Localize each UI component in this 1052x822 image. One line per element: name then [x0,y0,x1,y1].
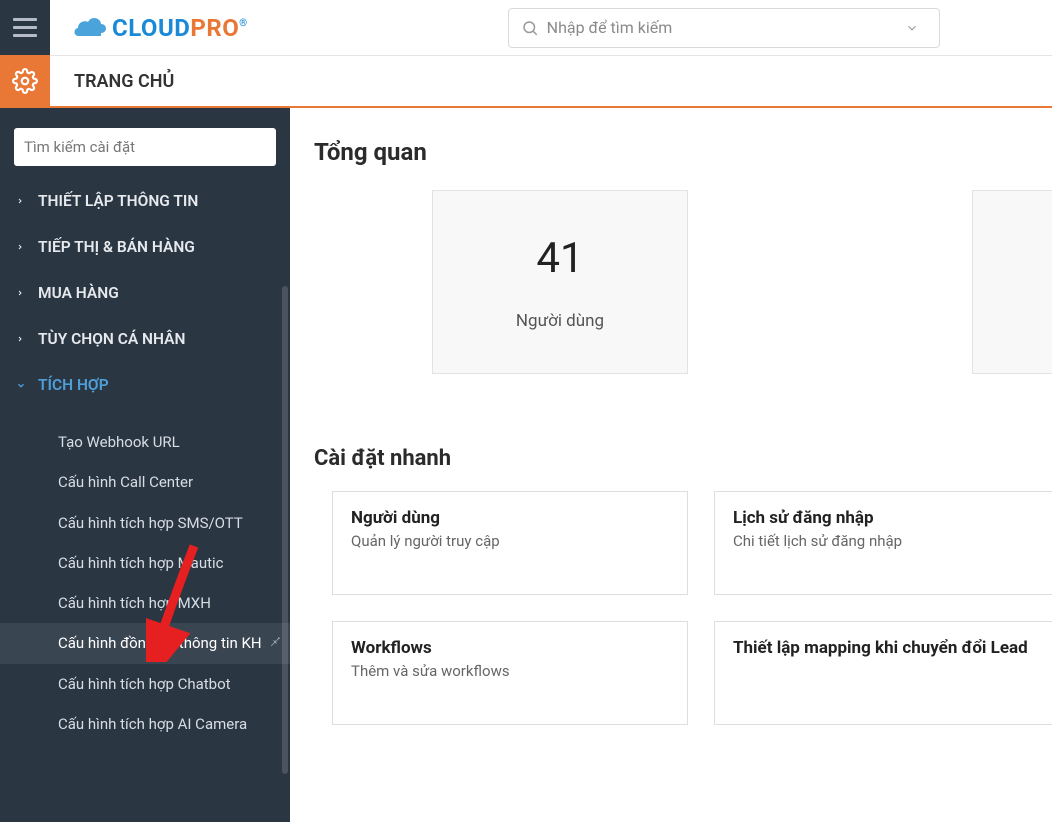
stats-row: 41 Người dùng [314,190,1052,374]
subitem-mautic[interactable]: Cấu hình tích hợp Mautic [0,543,290,583]
logo[interactable]: CLOUDPRO® [74,14,248,42]
topbar: CLOUDPRO® Nhập để tìm kiếm [0,0,1052,56]
stat-card-users[interactable]: 41 Người dùng [432,190,688,374]
secondbar: TRANG CHỦ [0,56,1052,108]
qcard-title: Thiết lập mapping khi chuyển đổi Lead [733,638,1036,658]
global-search[interactable]: Nhập để tìm kiếm [508,8,940,48]
cloud-icon [74,17,108,39]
qcard-desc: Chi tiết lịch sử đăng nhập [733,532,1036,550]
qcard-title: Người dùng [351,508,669,528]
hamburger-icon [13,18,37,37]
subitem-ai-camera[interactable]: Cấu hình tích hợp AI Camera [0,704,290,744]
chevron-right-icon [16,333,26,345]
subitem-call-center[interactable]: Cấu hình Call Center [0,462,290,502]
chevron-down-icon [16,380,26,391]
chevron-right-icon [16,287,26,299]
subitem-dong-bo-kh[interactable]: Cấu hình đồng bộ thông tin KH [0,623,290,663]
qcard-workflows[interactable]: Workflows Thêm và sửa workflows [332,621,688,725]
nav-item-tich-hop[interactable]: TÍCH HỢP [0,362,290,408]
search-icon [521,19,539,37]
logo-register-mark: ® [239,18,247,29]
gear-icon [12,68,38,94]
section-quick-settings-title: Cài đặt nhanh [314,446,1052,471]
settings-search-input[interactable]: Tìm kiếm cài đặt [14,128,276,166]
chevron-right-icon [16,241,26,253]
sidebar-scrollbar[interactable] [282,286,288,774]
stat-card-cutoff[interactable] [972,190,1052,374]
stat-value: 41 [536,234,583,283]
section-overview-title: Tổng quan [314,138,1052,166]
settings-search-placeholder: Tìm kiếm cài đặt [24,138,135,156]
qcard-users[interactable]: Người dùng Quản lý người truy cập [332,491,688,595]
nav-item-mua-hang[interactable]: MUA HÀNG [0,270,290,316]
nav-label: TÍCH HỢP [38,376,109,394]
logo-text-part1: CLOUD [112,14,190,42]
nav-label: THIẾT LẬP THÔNG TIN [38,192,198,210]
global-search-placeholder: Nhập để tìm kiếm [547,18,897,37]
logo-text-part2: PRO [190,14,239,42]
subitem-webhook[interactable]: Tạo Webhook URL [0,422,290,462]
stat-label: Người dùng [516,311,604,331]
subitem-sms-ott[interactable]: Cấu hình tích hợp SMS/OTT [0,503,290,543]
nav-item-thong-tin[interactable]: THIẾT LẬP THÔNG TIN [0,178,290,224]
nav-item-tuy-chon[interactable]: TÙY CHỌN CÁ NHÂN [0,316,290,362]
nav-label: TÙY CHỌN CÁ NHÂN [38,330,185,348]
page-title: TRANG CHỦ [74,71,174,92]
main-content: Tổng quan 41 Người dùng Cài đặt nhanh Ng… [290,108,1052,822]
chevron-down-icon [905,21,919,35]
subitem-chatbot[interactable]: Cấu hình tích hợp Chatbot [0,664,290,704]
hamburger-button[interactable] [0,0,50,56]
qcard-mapping-lead[interactable]: Thiết lập mapping khi chuyển đổi Lead [714,621,1052,725]
qcard-title: Workflows [351,638,669,658]
qcard-desc: Quản lý người truy cập [351,532,669,550]
qcard-login-history[interactable]: Lịch sử đăng nhập Chi tiết lịch sử đăng … [714,491,1052,595]
nav-label: TIẾP THỊ & BÁN HÀNG [38,238,195,256]
quick-settings-grid: Người dùng Quản lý người truy cập Lịch s… [314,491,1052,725]
settings-icon-box[interactable] [0,55,50,107]
nav-item-tiep-thi[interactable]: TIẾP THỊ & BÁN HÀNG [0,224,290,270]
nav-label: MUA HÀNG [38,284,119,302]
body: Tìm kiếm cài đặt THIẾT LẬP THÔNG TIN TIẾ… [0,108,1052,822]
pin-icon [268,633,282,653]
sidebar: Tìm kiếm cài đặt THIẾT LẬP THÔNG TIN TIẾ… [0,108,290,822]
chevron-right-icon [16,195,26,207]
qcard-title: Lịch sử đăng nhập [733,508,1036,528]
qcard-desc: Thêm và sửa workflows [351,662,669,680]
subitem-mxh[interactable]: Cấu hình tích hợp MXH [0,583,290,623]
